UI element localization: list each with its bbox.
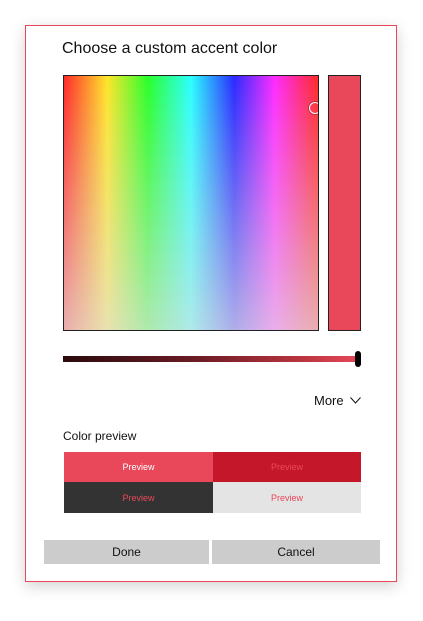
color-preview-grid: Preview Preview Preview Preview xyxy=(64,452,361,513)
spectrum-cursor[interactable] xyxy=(309,102,318,114)
preview-light-theme: Preview xyxy=(213,482,361,513)
more-button[interactable]: More xyxy=(314,391,361,409)
more-label: More xyxy=(314,392,344,408)
chevron-down-icon xyxy=(349,396,361,404)
preview-accent-dark: Preview xyxy=(213,452,361,482)
done-button[interactable]: Done xyxy=(44,540,209,564)
color-preview-label: Color preview xyxy=(63,429,137,443)
color-spectrum-picker[interactable] xyxy=(63,75,319,331)
brightness-slider-track[interactable] xyxy=(63,356,359,362)
preview-accent-light: Preview xyxy=(64,452,213,482)
cancel-button[interactable]: Cancel xyxy=(212,540,380,564)
dialog-title: Choose a custom accent color xyxy=(62,40,278,57)
accent-color-dialog: Choose a custom accent color More Color … xyxy=(25,25,397,582)
preview-dark-theme: Preview xyxy=(64,482,213,513)
selected-color-swatch xyxy=(328,75,361,331)
brightness-slider-thumb[interactable] xyxy=(355,351,361,367)
